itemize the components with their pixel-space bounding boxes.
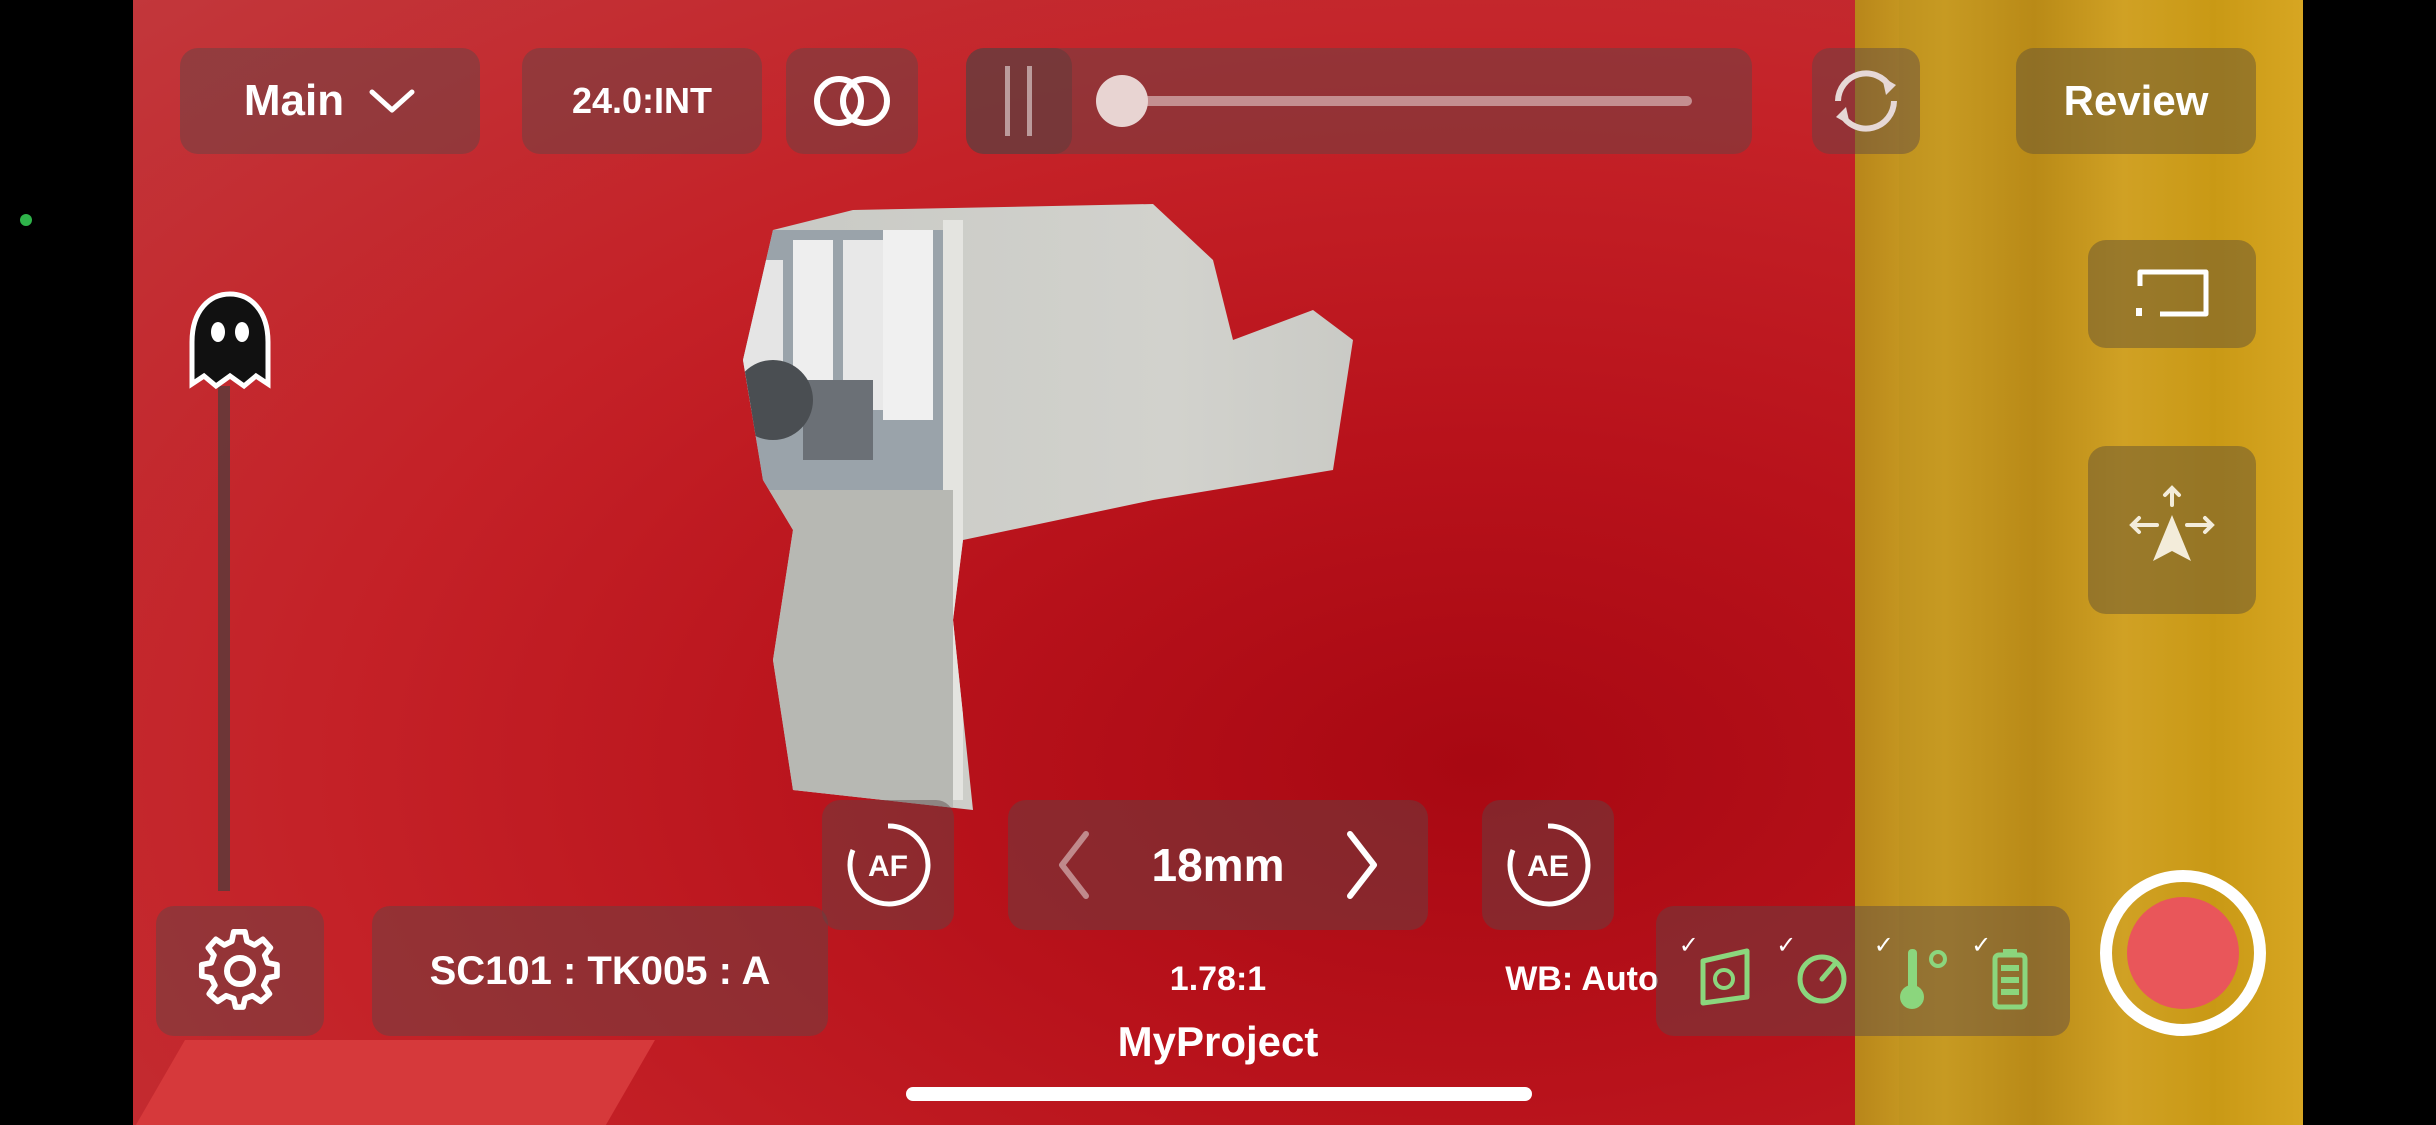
scene-take-label: SC101 : TK005 : A bbox=[429, 948, 771, 993]
slider-grip-handle[interactable] bbox=[966, 48, 1072, 154]
settings-button[interactable] bbox=[156, 906, 324, 1036]
af-label: AF bbox=[868, 850, 908, 883]
home-indicator[interactable] bbox=[906, 1087, 1532, 1101]
camera-select-button[interactable]: Main bbox=[180, 48, 480, 154]
interlocking-rings-icon bbox=[809, 73, 895, 129]
overlay-rings-button[interactable] bbox=[786, 48, 918, 154]
aspect-ratio-label: 1.78:1 bbox=[1169, 960, 1267, 998]
ae-label: AE bbox=[1527, 850, 1569, 883]
autofocus-button[interactable]: AF bbox=[822, 800, 954, 930]
gear-icon bbox=[198, 929, 282, 1013]
refresh-arrows-icon bbox=[1824, 59, 1908, 143]
af-cycle-icon: AF bbox=[843, 820, 933, 910]
move-arrows-icon bbox=[2127, 485, 2217, 575]
review-label: Review bbox=[2063, 77, 2209, 124]
ar-cutout-window bbox=[743, 204, 1353, 810]
ar-move-button[interactable] bbox=[2088, 446, 2256, 614]
focal-length-value: 18mm bbox=[1151, 839, 1285, 891]
status-indicators[interactable]: ✓ ✓ ✓ ✓ bbox=[1656, 906, 2070, 1036]
speed-icon bbox=[1797, 954, 1847, 1004]
slider-thumb[interactable] bbox=[1096, 75, 1148, 127]
grip-icon bbox=[999, 66, 1039, 136]
exposure-slider[interactable] bbox=[966, 48, 1752, 154]
slider-track[interactable] bbox=[1122, 96, 1692, 106]
temperature-status: ✓ bbox=[1874, 931, 1950, 1011]
chevron-right-icon[interactable] bbox=[1344, 830, 1380, 900]
cast-screen-icon bbox=[2130, 264, 2214, 324]
external-display-button[interactable] bbox=[2088, 240, 2256, 348]
chevron-down-icon bbox=[368, 86, 416, 116]
focal-length-selector[interactable]: 18mm bbox=[1008, 800, 1428, 930]
frame-rate-button[interactable]: 24.0:INT bbox=[522, 48, 762, 154]
battery-icon bbox=[1992, 949, 2028, 1010]
scene-floor bbox=[133, 1040, 655, 1125]
autoexposure-button[interactable]: AE bbox=[1482, 800, 1614, 930]
flip-camera-button[interactable] bbox=[1812, 48, 1920, 154]
ghost-overlay-icon[interactable] bbox=[182, 290, 278, 390]
storage-icon bbox=[1700, 948, 1750, 1006]
battery-status: ✓ bbox=[1971, 931, 2047, 1011]
ae-cycle-icon: AE bbox=[1503, 820, 1593, 910]
record-button[interactable] bbox=[2100, 870, 2266, 1036]
scene-take-button[interactable]: SC101 : TK005 : A bbox=[372, 906, 828, 1036]
chevron-left-icon[interactable] bbox=[1056, 830, 1092, 900]
review-button[interactable]: Review bbox=[2016, 48, 2256, 154]
temperature-icon bbox=[1899, 949, 1947, 1009]
ghost-opacity-track[interactable] bbox=[218, 386, 230, 891]
storage-status: ✓ bbox=[1679, 931, 1755, 1011]
frame-rate-label: 24.0:INT bbox=[571, 80, 713, 121]
camera-indicator-dot bbox=[20, 214, 32, 226]
record-icon bbox=[2127, 897, 2239, 1009]
camera-select-label: Main bbox=[243, 76, 345, 125]
speed-status: ✓ bbox=[1776, 931, 1852, 1011]
project-name-label[interactable]: MyProject bbox=[1018, 1018, 1418, 1066]
